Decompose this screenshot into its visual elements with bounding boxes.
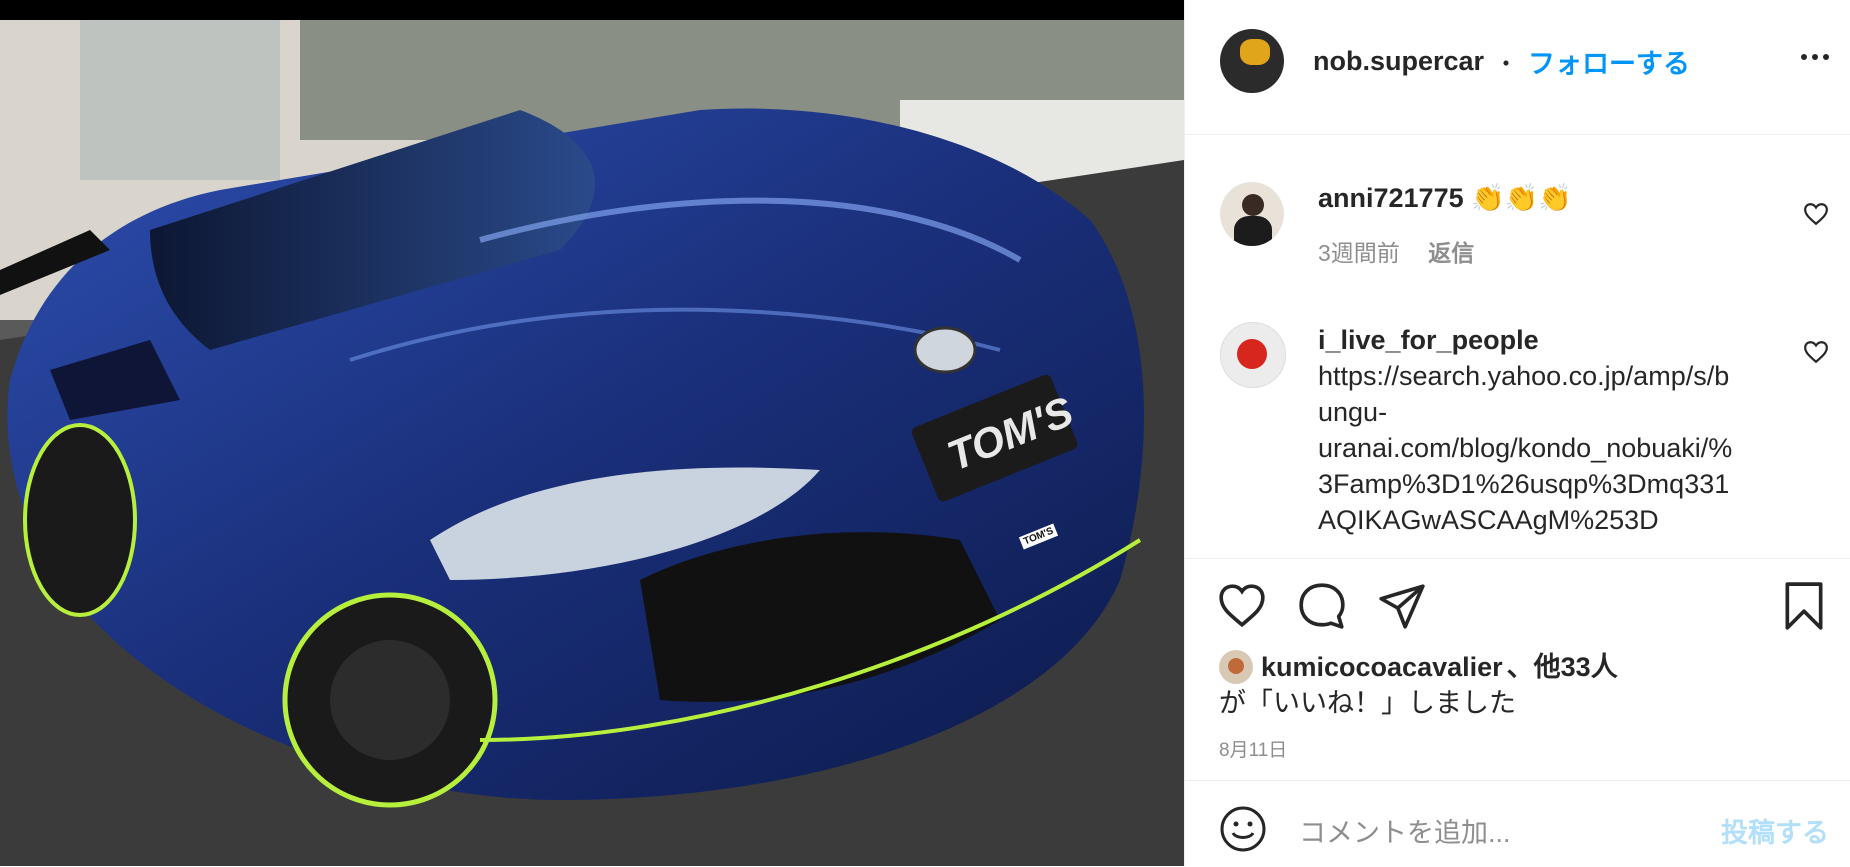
comment-item: anni721775 👏👏👏 3週間前 返信 (1185, 180, 1850, 290)
add-comment-bar: コメントを追加... 投稿する (1185, 780, 1850, 867)
share-paper-plane-icon[interactable] (1377, 581, 1427, 631)
comment-link-line: 3Famp%3D1%26usqp%3Dmq331 (1318, 469, 1730, 499)
comment-link[interactable]: https://search.yahoo.co.jp/amp/s/b ungu-… (1318, 358, 1768, 538)
post-actions: kumicocoacavalier 、他33人 が「いいね！」しました 8月11日 (1185, 558, 1850, 789)
liker-avatar[interactable] (1219, 650, 1253, 684)
likes-count[interactable]: 、他33人 (1507, 649, 1618, 685)
author-username[interactable]: nob.supercar (1313, 46, 1484, 77)
comment-text: 👏👏👏 (1471, 183, 1572, 213)
commenter-username[interactable]: anni721775 (1318, 183, 1464, 213)
post-sidebar: nob.supercar ・ フォローする anni721775 👏👏👏 3週間… (1184, 0, 1850, 866)
likes-summary: kumicocoacavalier 、他33人 が「いいね！」しました (1219, 649, 1618, 721)
comment-link-line: AQIKAGwASCAAgM%253D (1318, 505, 1659, 535)
post-photo[interactable]: TOM'S TOM'S (0, 0, 1184, 866)
comment-item: i_live_for_people https://search.yahoo.c… (1185, 322, 1850, 542)
like-heart-icon[interactable] (1217, 581, 1267, 631)
post-comment-button[interactable]: 投稿する (1721, 811, 1829, 850)
commenter-username[interactable]: i_live_for_people (1318, 322, 1768, 358)
emoji-smile-icon[interactable] (1219, 805, 1267, 853)
liker-username[interactable]: kumicocoacavalier (1261, 649, 1503, 685)
reply-button[interactable]: 返信 (1428, 240, 1474, 266)
header-separator: ・ (1494, 51, 1519, 78)
more-horizontal-icon[interactable] (1801, 54, 1829, 60)
comment-link-line: https://search.yahoo.co.jp/amp/s/b (1318, 361, 1730, 391)
author-avatar[interactable] (1220, 29, 1284, 93)
post-date[interactable]: 8月11日 (1219, 735, 1287, 762)
like-comment-heart-icon[interactable] (1803, 201, 1829, 227)
comment-bubble-icon[interactable] (1297, 581, 1347, 631)
like-comment-heart-icon[interactable] (1803, 339, 1829, 365)
likes-line2: が「いいね！」しました (1219, 688, 1516, 718)
save-bookmark-icon[interactable] (1779, 581, 1829, 631)
follow-button[interactable]: フォローする (1528, 42, 1690, 81)
comment-input[interactable]: コメントを追加... (1299, 811, 1511, 850)
post-header: nob.supercar ・ フォローする (1185, 0, 1850, 135)
commenter-avatar[interactable] (1220, 322, 1286, 388)
comment-link-line: ungu- (1318, 397, 1388, 427)
comment-time[interactable]: 3週間前 (1318, 240, 1400, 266)
commenter-avatar[interactable] (1220, 182, 1284, 246)
comment-link-line: uranai.com/blog/kondo_nobuaki/% (1318, 433, 1733, 463)
